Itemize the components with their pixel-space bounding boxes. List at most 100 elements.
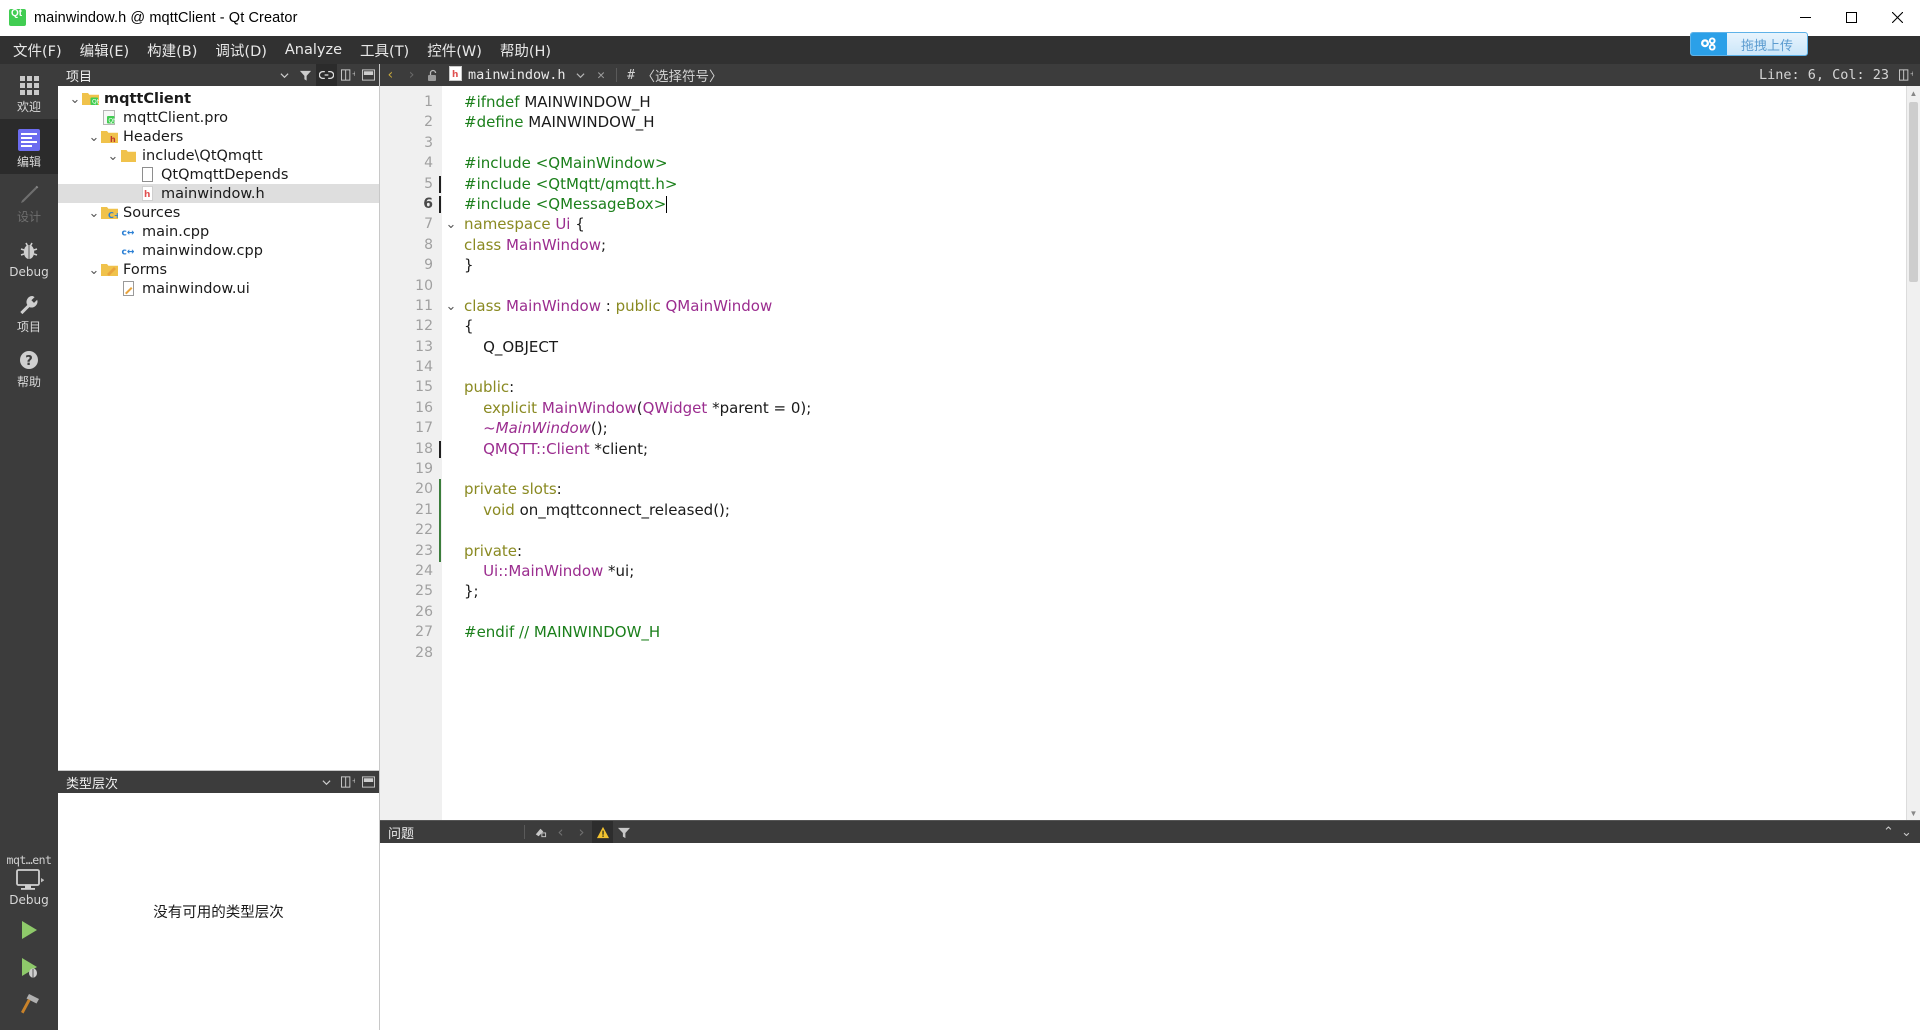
code-folding-bar[interactable]: ⌄ ⌄ [442,86,460,820]
expand-chevron-icon[interactable]: ⌄ [87,263,101,276]
tree-item-mqttclient[interactable]: ⌄ Qt mqttClient [58,89,379,108]
close-file-button[interactable]: ✕ [591,64,612,86]
tree-item-headers[interactable]: ⌄ h Headers [58,127,379,146]
previous-issue-button[interactable]: ‹ [550,821,571,843]
tree-item-mqttclient-pro[interactable]: Qt mqttClient.pro [58,108,379,127]
code-token: : [517,541,523,560]
next-issue-button[interactable]: › [571,821,592,843]
tree-item-mainwindow-h[interactable]: h mainwindow.h [58,184,379,203]
tree-item-mainwindow-cpp[interactable]: c↔ mainwindow.cpp [58,241,379,260]
fold-chevron-icon[interactable]: ⌄ [442,214,460,234]
filter-icon[interactable] [295,64,316,86]
code-text-area[interactable]: #ifndef MAINWINDOW_H #define MAINWINDOW_H… [460,86,1906,820]
clear-icon[interactable] [529,821,550,843]
sources-folder-icon: C+ [101,205,121,220]
menu-bar: 文件(F) 编辑(E) 构建(B) 调试(D) Analyze 工具(T) 控件… [0,36,1920,64]
header-file-icon: h [139,186,156,201]
code-token: Ui::MainWindow [464,561,604,580]
add-split-icon[interactable]: + [1895,64,1916,86]
scrollbar-thumb[interactable] [1909,102,1918,282]
run-button[interactable] [0,911,58,948]
close-pane-icon[interactable] [358,771,379,793]
navigate-back-button[interactable]: ‹ [380,64,401,86]
mode-welcome-label: 欢迎 [16,100,41,114]
start-debugging-button[interactable] [0,948,58,985]
add-split-icon[interactable]: + [337,771,358,793]
issues-pane-header: 问题 ‹ › ⌃ ⌄ [380,821,1920,843]
tree-item-forms[interactable]: ⌄ Forms [58,260,379,279]
code-token: QWidget [642,398,708,417]
close-pane-button[interactable]: ⌄ [1899,821,1920,843]
menu-analyze[interactable]: Analyze [276,39,351,61]
svg-text:c↔: c↔ [122,229,135,239]
maximize-pane-button[interactable]: ⌃ [1878,821,1899,843]
mode-edit[interactable]: 编辑 [0,119,58,174]
menu-debug[interactable]: 调试(D) [206,37,275,64]
scroll-down-arrow[interactable]: ▼ [1907,806,1920,820]
project-tree[interactable]: ⌄ Qt mqttClient Qt mqttClient.pro ⌄ h Headers ⌄ i… [58,86,379,770]
drag-upload-widget[interactable]: 拖拽上传 [1690,32,1808,56]
issues-list[interactable] [380,843,1920,1030]
code-line: public: [460,377,1906,397]
build-project-button[interactable] [0,985,58,1022]
code-line: class MainWindow; [460,235,1906,255]
line-number: 15 [415,379,433,396]
kit-name-label: mqt…ent [6,853,52,867]
add-split-icon[interactable]: + [337,64,358,86]
tree-item-label: mqttClient.pro [123,109,229,126]
chevron-down-icon[interactable] [570,64,591,86]
menu-build[interactable]: 构建(B) [138,37,206,64]
close-pane-icon[interactable] [358,64,379,86]
menu-window[interactable]: 控件(W) [418,37,491,64]
unlocked-icon[interactable] [422,64,443,86]
line-number: 28 [415,644,433,661]
tree-item-qtqmqttdepends[interactable]: QtQmqttDepends [58,165,379,184]
maximize-button[interactable] [1828,0,1874,36]
minimize-button[interactable] [1782,0,1828,36]
editor-vertical-scrollbar[interactable]: ▲ ▼ [1906,86,1920,820]
close-button[interactable] [1874,0,1920,36]
mode-welcome[interactable]: 欢迎 [0,64,58,119]
code-token: explicit [464,398,542,417]
chevron-down-icon[interactable] [274,64,295,86]
mode-debug[interactable]: Debug [0,229,58,284]
filter-icon[interactable] [613,821,634,843]
code-token: *parent = 0); [707,398,812,417]
kit-selector[interactable]: mqt…ent Debug [0,851,58,911]
code-editor[interactable]: 1 2 3 4 5 6 7 8 9 10 11 12 13 14 15 16 17 18 19 20 21 22 23 24 2… [380,86,1920,820]
tree-item-include-qtqmqtt[interactable]: ⌄ include\QtQmqtt [58,146,379,165]
code-line: }; [460,581,1906,601]
expand-chevron-icon[interactable]: ⌄ [68,92,82,105]
expand-chevron-icon[interactable]: ⌄ [87,130,101,143]
link-with-editor-icon[interactable] [316,64,337,86]
code-line: class MainWindow : public QMainWindow [460,296,1906,316]
mode-help[interactable]: ? 帮助 [0,339,58,394]
code-token: #ifndef [464,93,525,111]
line-number: 26 [415,603,433,620]
navigate-forward-button[interactable]: › [401,64,422,86]
tree-item-mainwindow-ui[interactable]: mainwindow.ui [58,279,379,298]
menu-tools[interactable]: 工具(T) [351,37,418,64]
code-token: MainWindow [506,235,601,254]
editor-file-tab[interactable]: h mainwindow.h [443,65,570,85]
expand-chevron-icon[interactable]: ⌄ [87,206,101,219]
fold-chevron-icon[interactable]: ⌄ [442,296,460,316]
bug-icon [16,237,42,263]
hammer-icon [21,993,39,1013]
expand-chevron-icon[interactable]: ⌄ [106,149,120,162]
mode-design[interactable]: 设计 [0,174,58,229]
mode-projects[interactable]: 项目 [0,284,58,339]
scroll-up-arrow[interactable]: ▲ [1907,86,1920,100]
chevron-down-icon[interactable] [316,771,337,793]
tree-item-main-cpp[interactable]: c↔ main.cpp [58,222,379,241]
warning-triangle-icon[interactable] [592,821,614,843]
tree-item-sources[interactable]: ⌄ C+ Sources [58,203,379,222]
menu-file[interactable]: 文件(F) [4,37,71,64]
menu-edit[interactable]: 编辑(E) [71,37,138,64]
symbol-selector[interactable]: 〈选择符号〉 [642,65,723,85]
menu-help[interactable]: 帮助(H) [491,37,560,64]
code-token: QMQTT::Client [464,439,590,458]
